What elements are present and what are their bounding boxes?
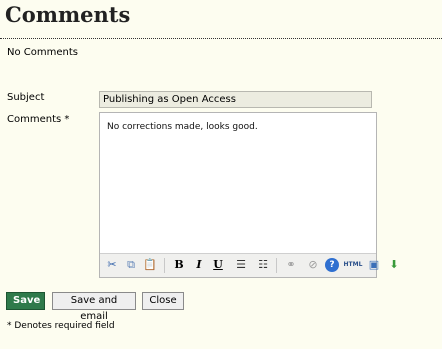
no-comments-message: No Comments: [7, 47, 78, 58]
numbered-list-icon[interactable]: ☷: [255, 257, 271, 273]
insert-image-icon[interactable]: ⬇: [386, 257, 402, 273]
save-button[interactable]: Save: [6, 292, 45, 310]
bold-icon[interactable]: B: [171, 257, 187, 273]
toolbar-separator: [164, 258, 165, 273]
italic-icon[interactable]: I: [191, 257, 207, 273]
unlink-icon[interactable]: ⊘: [305, 257, 321, 273]
comments-label: Comments *: [7, 114, 70, 125]
link-icon[interactable]: ⚭: [283, 257, 299, 273]
save-and-email-button[interactable]: Save and email: [52, 292, 136, 322]
paste-icon[interactable]: 📋: [142, 257, 158, 273]
subject-label: Subject: [7, 92, 45, 103]
scissors-icon[interactable]: ✂: [104, 257, 120, 273]
title-divider: [0, 38, 442, 39]
comments-editor-text[interactable]: No corrections made, looks good.: [107, 122, 258, 132]
required-field-note: * Denotes required field: [7, 321, 115, 331]
page-title: Comments: [5, 2, 131, 27]
close-button[interactable]: Close: [142, 292, 184, 310]
html-icon[interactable]: HTML: [342, 257, 364, 273]
comments-editor[interactable]: No corrections made, looks good. ✂ ⧉ 📋 B…: [99, 112, 399, 278]
bullet-list-icon[interactable]: ☰: [233, 257, 249, 273]
help-icon[interactable]: ?: [325, 258, 339, 272]
subject-input[interactable]: [99, 91, 372, 108]
toolbar-separator: [276, 258, 277, 273]
editor-toolbar: ✂ ⧉ 📋 B I U ☰ ☷ ⚭ ⊘ ? HTML ▣ ⬇: [100, 253, 399, 277]
fullscreen-icon[interactable]: ▣: [366, 257, 382, 273]
underline-icon[interactable]: U: [210, 257, 226, 273]
copy-icon[interactable]: ⧉: [123, 257, 139, 273]
